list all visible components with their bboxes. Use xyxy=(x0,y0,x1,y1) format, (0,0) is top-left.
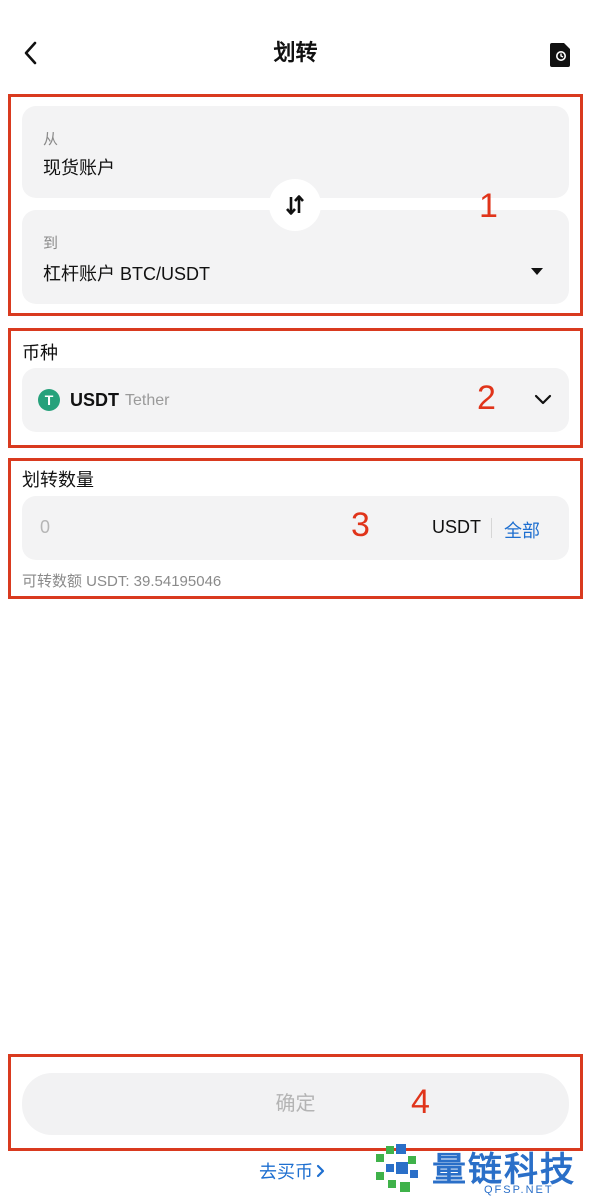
annotation-number-1: 1 xyxy=(479,187,498,225)
confirm-button[interactable]: 确定 xyxy=(22,1073,569,1135)
dropdown-caret-icon[interactable] xyxy=(531,268,543,275)
coin-symbol: USDT xyxy=(70,390,119,410)
buy-coin-label: 去买币 xyxy=(259,1162,313,1182)
annotation-number-2: 2 xyxy=(477,379,496,417)
from-label: 从 xyxy=(43,131,59,148)
watermark: 量链科技 QFSP.NET xyxy=(372,1138,591,1200)
watermark-site: QFSP.NET xyxy=(484,1184,554,1196)
amount-field-container: USDT 全部 xyxy=(22,496,569,560)
buy-coin-link[interactable]: 去买币 xyxy=(259,1158,327,1184)
chevron-down-icon[interactable] xyxy=(534,394,552,406)
coin-name: Tether xyxy=(125,392,170,409)
from-account-value: 现货账户 xyxy=(43,158,115,178)
to-account-value: 杠杆账户 BTC/USDT xyxy=(43,264,211,284)
available-amount-text: 可转数额 USDT: 39.54195046 xyxy=(22,573,222,590)
watermark-logo-icon xyxy=(376,1144,418,1192)
to-label: 到 xyxy=(43,235,59,252)
annotation-number-4: 4 xyxy=(411,1083,430,1121)
coin-section-label: 币种 xyxy=(22,343,58,363)
amount-input[interactable] xyxy=(38,516,342,539)
history-record-icon[interactable] xyxy=(549,40,573,68)
chevron-right-icon xyxy=(316,1164,325,1178)
unit-divider xyxy=(491,518,492,538)
page-title: 划转 xyxy=(273,40,318,65)
amount-unit: USDT xyxy=(432,517,481,537)
swap-accounts-button[interactable] xyxy=(269,179,321,231)
usdt-coin-icon: T xyxy=(38,389,60,411)
amount-section-label: 划转数量 xyxy=(22,470,94,490)
annotation-number-3: 3 xyxy=(351,506,370,544)
swap-icon xyxy=(286,195,304,215)
max-all-button[interactable]: 全部 xyxy=(504,517,540,543)
